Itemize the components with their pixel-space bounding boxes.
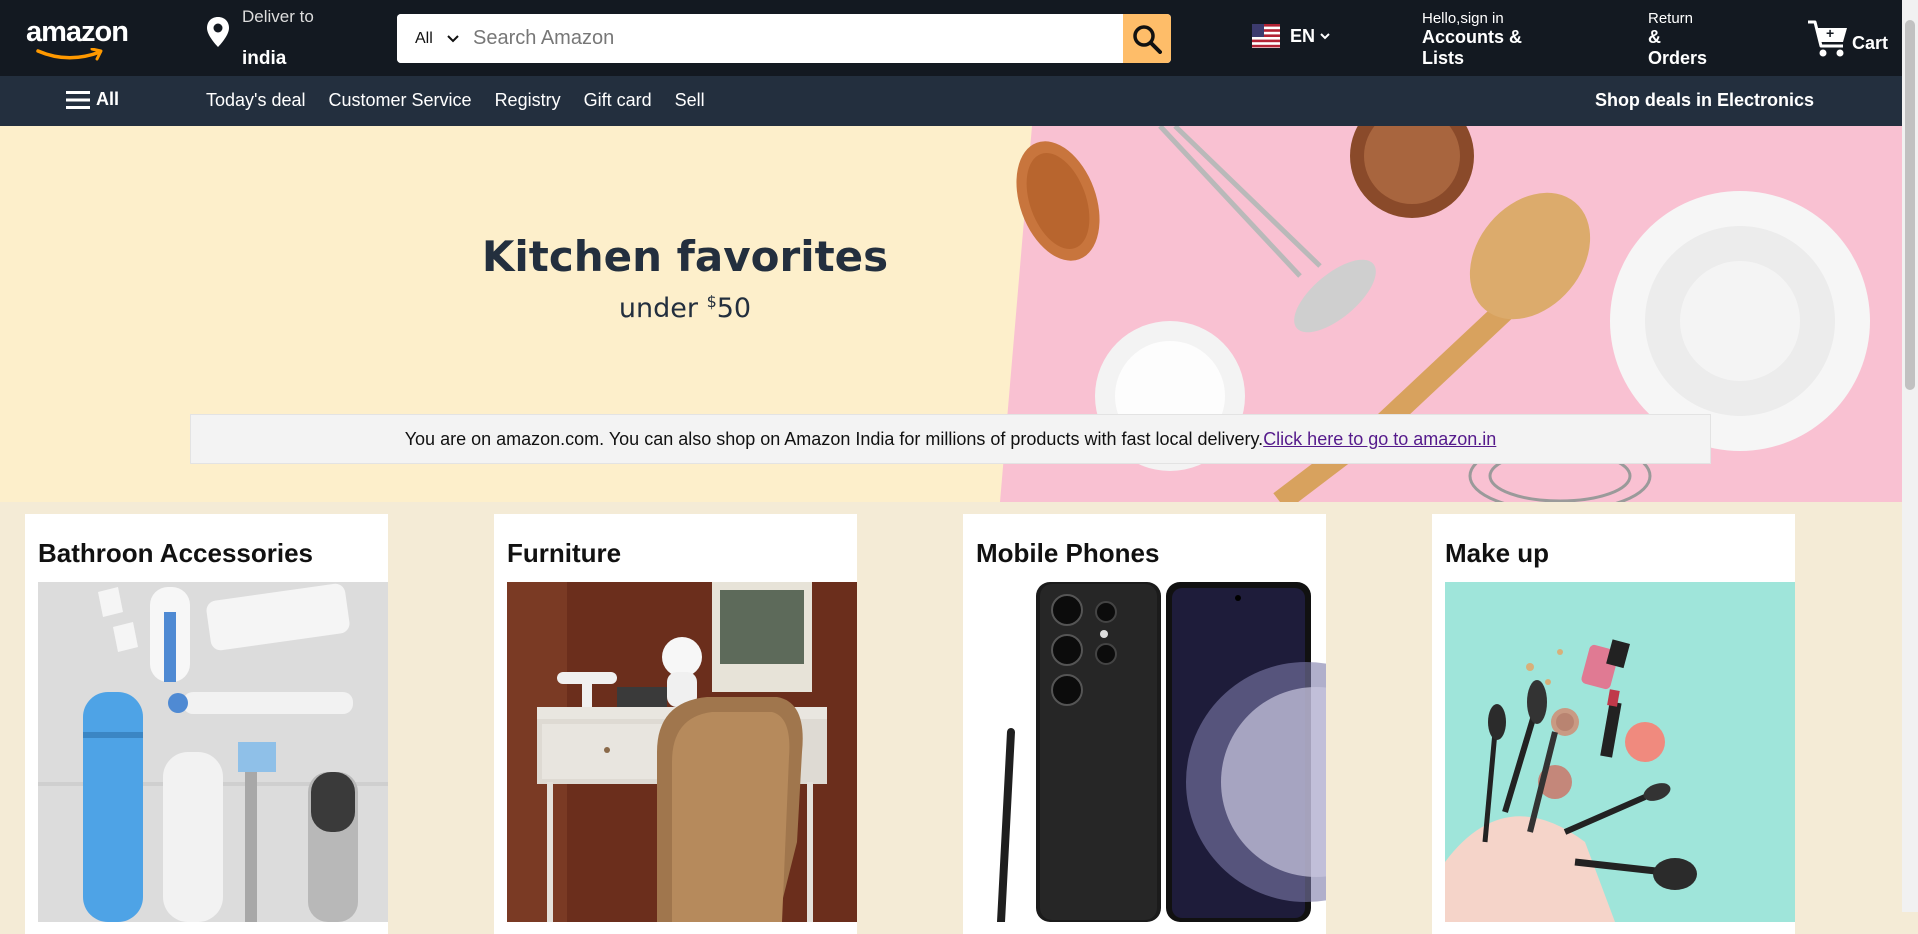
make-up-image[interactable] (1445, 582, 1795, 922)
card-title: Bathroon Accessories (38, 538, 314, 568)
language-selector[interactable]: EN (1252, 24, 1330, 48)
nav-link-customer-service[interactable]: Customer Service (329, 90, 472, 111)
card-title: Mobile Phones (976, 538, 1160, 568)
card-furniture[interactable]: Furniture (494, 514, 857, 934)
bathroom-products-image (38, 582, 388, 922)
mobile-phones-image[interactable] (976, 582, 1326, 922)
location-pin-icon (207, 17, 229, 47)
secondary-nav: All Today's deal Customer Service Regist… (0, 76, 1902, 126)
search-bar: All (397, 14, 1171, 63)
nav-link-sell[interactable]: Sell (675, 90, 705, 111)
hero-currency: $ (706, 292, 717, 311)
nav-links: Today's deal Customer Service Registry G… (206, 90, 705, 111)
accounts-lists-label: Accounts & Lists (1422, 27, 1523, 68)
card-make-up[interactable]: Make up (1432, 514, 1795, 934)
cart-button[interactable]: + Cart (1806, 16, 1888, 58)
card-mobile-phones[interactable]: Mobile Phones (963, 514, 1326, 934)
cosmetics-image (1445, 582, 1795, 922)
account-menu[interactable]: Hello,sign in Accounts & Lists (1422, 10, 1532, 69)
all-label: All (96, 89, 120, 109)
search-button[interactable] (1123, 14, 1171, 63)
amazon-logo[interactable]: amazon (26, 16, 129, 61)
cart-icon: + (1808, 20, 1847, 57)
search-input[interactable] (459, 14, 1115, 63)
deliver-location: india (242, 48, 287, 69)
returns-label: Return (1648, 10, 1694, 27)
cart-label: Cart (1852, 33, 1889, 53)
card-title: Make up (1445, 538, 1550, 568)
desk-chair-image (507, 582, 857, 922)
nav-link-todays-deal[interactable]: Today's deal (206, 90, 306, 111)
scrollbar-thumb[interactable] (1905, 20, 1915, 390)
search-category-select[interactable]: All (397, 14, 459, 63)
language-label: EN (1290, 25, 1316, 46)
card-title: Furniture (507, 538, 622, 568)
svg-text:+: + (1826, 25, 1834, 41)
hero-amount: 50 (716, 293, 752, 324)
returns-orders[interactable]: Return & Orders (1648, 10, 1718, 69)
orders-label: & Orders (1648, 27, 1708, 68)
greeting-label: Hello,sign in (1422, 10, 1504, 27)
nav-link-registry[interactable]: Registry (495, 90, 561, 111)
deliver-label: Deliver to (242, 7, 314, 26)
hero-subtitle-prefix: under (618, 293, 707, 324)
search-category-label: All (415, 29, 433, 47)
furniture-image[interactable] (507, 582, 857, 922)
smile-arrow-icon (36, 48, 103, 61)
notice-text: You are on amazon.com. You can also shop… (404, 428, 1264, 449)
chevron-down-icon (1320, 32, 1330, 39)
locale-notice: You are on amazon.com. You can also shop… (190, 414, 1711, 464)
top-header: amazon Deliver to india All Search Amazo… (0, 0, 1902, 76)
hero-title: Kitchen favorites (481, 232, 889, 281)
amazon-in-link[interactable]: Click here to go to amazon.in (1263, 429, 1496, 450)
search-icon (1133, 24, 1162, 54)
chevron-down-icon (447, 34, 459, 42)
category-cards: Bathroon Accessories Furniture Mobile Ph… (0, 502, 1902, 934)
logo-text: amazon (26, 16, 129, 48)
nav-link-gift-card[interactable]: Gift card (584, 90, 652, 111)
all-menu-button[interactable]: All (66, 89, 119, 110)
smartphone-image (976, 582, 1326, 922)
shop-deals-link[interactable]: Shop deals in Electronics (1595, 90, 1814, 111)
hamburger-icon (66, 90, 90, 109)
card-bathroom-accessories[interactable]: Bathroon Accessories (25, 514, 388, 934)
hero-subtitle: under $50 (0, 292, 1370, 324)
bathroom-accessories-image[interactable] (38, 582, 388, 922)
vertical-scrollbar[interactable] (1902, 0, 1918, 912)
us-flag-icon (1252, 24, 1280, 48)
